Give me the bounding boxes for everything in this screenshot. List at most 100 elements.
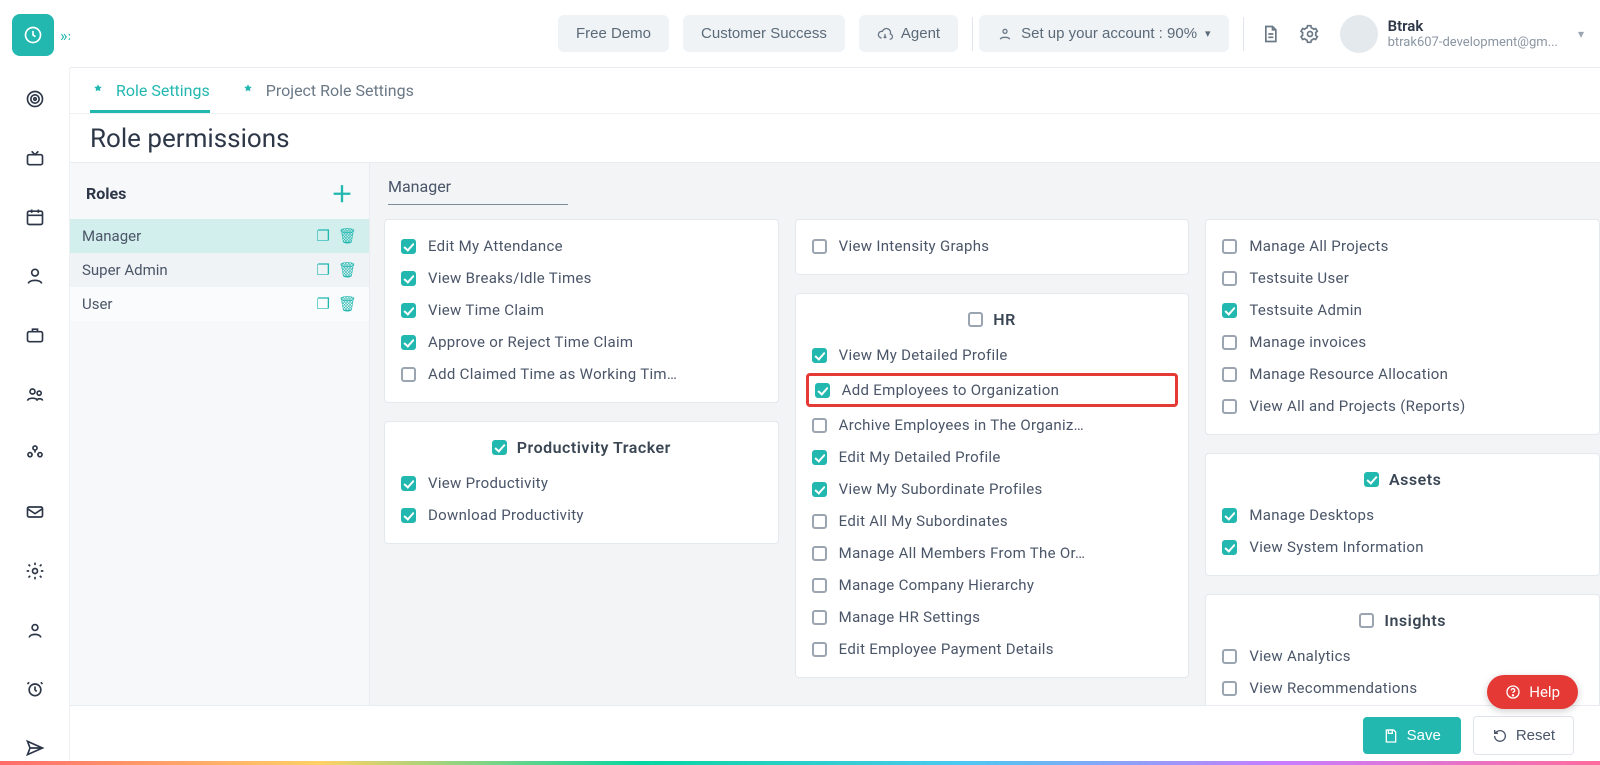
permission-checkbox[interactable] <box>1222 303 1237 318</box>
permission-label: Manage All Members From The Or… <box>839 544 1086 562</box>
permission-item[interactable]: Edit All My Subordinates <box>810 505 1175 537</box>
permission-label: View System Information <box>1249 538 1423 556</box>
sidebar-mail-icon[interactable] <box>13 494 57 529</box>
delete-role-icon[interactable]: 🗑 <box>338 295 357 313</box>
permission-checkbox[interactable] <box>812 610 827 625</box>
agent-button[interactable]: Agent <box>859 15 958 52</box>
permission-item[interactable]: View All and Projects (Reports) <box>1220 390 1585 422</box>
permission-checkbox[interactable] <box>1222 239 1237 254</box>
role-row[interactable]: Manager ❐ 🗑 <box>70 219 369 253</box>
permission-group-checkbox[interactable] <box>1364 472 1379 487</box>
permission-item[interactable]: View My Detailed Profile <box>810 339 1175 371</box>
copy-role-icon[interactable]: ❐ <box>317 295 330 313</box>
permission-item[interactable]: Archive Employees in The Organiz… <box>810 409 1175 441</box>
permission-group-checkbox[interactable] <box>492 440 507 455</box>
permission-checkbox[interactable] <box>812 546 827 561</box>
sidebar-alarm-icon[interactable] <box>13 671 57 706</box>
permission-item[interactable]: View Time Claim <box>399 294 764 326</box>
permission-item[interactable]: View System Information <box>1220 531 1585 563</box>
permission-item[interactable]: Manage All Projects <box>1220 230 1585 262</box>
permission-item[interactable]: Add Employees to Organization <box>806 373 1179 407</box>
sidebar-target-icon[interactable] <box>13 82 57 117</box>
permission-group-checkbox[interactable] <box>968 312 983 327</box>
permission-item[interactable]: Edit Employee Payment Details <box>810 633 1175 665</box>
sidebar-group-icon[interactable] <box>13 436 57 471</box>
permission-checkbox[interactable] <box>812 514 827 529</box>
free-demo-button[interactable]: Free Demo <box>558 15 669 52</box>
tab-project-role-settings[interactable]: Project Role Settings <box>240 68 414 113</box>
permission-checkbox[interactable] <box>401 335 416 350</box>
permission-item[interactable]: Approve or Reject Time Claim <box>399 326 764 358</box>
permission-item[interactable]: View Productivity <box>399 467 764 499</box>
permission-checkbox[interactable] <box>401 367 416 382</box>
sidebar-calendar-icon[interactable] <box>13 200 57 235</box>
permission-checkbox[interactable] <box>401 476 416 491</box>
copy-role-icon[interactable]: ❐ <box>317 227 330 245</box>
permission-checkbox[interactable] <box>1222 399 1237 414</box>
customer-success-button[interactable]: Customer Success <box>683 15 845 52</box>
permission-checkbox[interactable] <box>401 508 416 523</box>
permission-item[interactable]: View Breaks/Idle Times <box>399 262 764 294</box>
permission-checkbox[interactable] <box>812 482 827 497</box>
permission-checkbox[interactable] <box>401 239 416 254</box>
sidebar-person-icon[interactable] <box>13 259 57 294</box>
brand-logo[interactable] <box>12 14 54 56</box>
user-menu[interactable]: Btrak btrak607-development@gm... ▾ <box>1340 15 1584 53</box>
permission-item[interactable]: Testsuite User <box>1220 262 1585 294</box>
permission-checkbox[interactable] <box>812 418 827 433</box>
permission-item[interactable]: Manage HR Settings <box>810 601 1175 633</box>
permission-item[interactable]: Manage Resource Allocation <box>1220 358 1585 390</box>
permission-checkbox[interactable] <box>815 383 830 398</box>
add-role-button[interactable]: ＋ <box>331 177 353 209</box>
help-button[interactable]: Help <box>1487 675 1578 709</box>
reset-button[interactable]: Reset <box>1473 716 1574 755</box>
permission-item[interactable]: Manage invoices <box>1220 326 1585 358</box>
sidebar-tv-icon[interactable] <box>13 141 57 176</box>
sidebar-user-icon[interactable] <box>13 612 57 647</box>
permission-checkbox[interactable] <box>812 348 827 363</box>
permission-item[interactable]: Testsuite Admin <box>1220 294 1585 326</box>
role-name: Manager <box>82 227 141 245</box>
permission-item[interactable]: View Intensity Graphs <box>810 230 1175 262</box>
permission-checkbox[interactable] <box>1222 335 1237 350</box>
permission-checkbox[interactable] <box>401 303 416 318</box>
document-icon[interactable] <box>1250 14 1290 54</box>
delete-role-icon[interactable]: 🗑 <box>338 261 357 279</box>
permission-checkbox[interactable] <box>401 271 416 286</box>
permission-checkbox[interactable] <box>1222 508 1237 523</box>
permission-label: Edit My Attendance <box>428 237 563 255</box>
permission-checkbox[interactable] <box>812 642 827 657</box>
permission-item[interactable]: Edit My Detailed Profile <box>810 441 1175 473</box>
permission-item[interactable]: View Analytics <box>1220 640 1585 672</box>
role-row[interactable]: Super Admin ❐ 🗑 <box>70 253 369 287</box>
permission-item[interactable]: View My Subordinate Profiles <box>810 473 1175 505</box>
permission-checkbox[interactable] <box>1222 649 1237 664</box>
sidebar-briefcase-icon[interactable] <box>13 318 57 353</box>
sidebar-send-icon[interactable] <box>13 730 57 765</box>
save-button[interactable]: Save <box>1363 717 1461 754</box>
permission-card-title: Insights <box>1220 605 1585 640</box>
permission-checkbox[interactable] <box>1222 367 1237 382</box>
permission-checkbox[interactable] <box>812 578 827 593</box>
permission-checkbox[interactable] <box>1222 681 1237 696</box>
delete-role-icon[interactable]: 🗑 <box>338 227 357 245</box>
permission-item[interactable]: Edit My Attendance <box>399 230 764 262</box>
permission-item[interactable]: Add Claimed Time as Working Tim… <box>399 358 764 390</box>
permission-checkbox[interactable] <box>1222 271 1237 286</box>
permission-checkbox[interactable] <box>812 450 827 465</box>
tab-role-settings[interactable]: Role Settings <box>90 68 210 113</box>
permission-checkbox[interactable] <box>1222 540 1237 555</box>
setup-account-button[interactable]: Set up your account : 90% ▾ <box>979 15 1228 52</box>
permission-item[interactable]: Manage Desktops <box>1220 499 1585 531</box>
permission-checkbox[interactable] <box>812 239 827 254</box>
settings-icon[interactable] <box>1290 14 1330 54</box>
permission-item[interactable]: Manage All Members From The Or… <box>810 537 1175 569</box>
permission-group-checkbox[interactable] <box>1359 613 1374 628</box>
sidebar-gear-icon[interactable] <box>13 553 57 588</box>
permission-item[interactable]: Manage Company Hierarchy <box>810 569 1175 601</box>
page-title: Role permissions <box>90 124 290 154</box>
copy-role-icon[interactable]: ❐ <box>317 261 330 279</box>
sidebar-people-icon[interactable] <box>13 377 57 412</box>
role-row[interactable]: User ❐ 🗑 <box>70 287 369 321</box>
permission-item[interactable]: Download Productivity <box>399 499 764 531</box>
